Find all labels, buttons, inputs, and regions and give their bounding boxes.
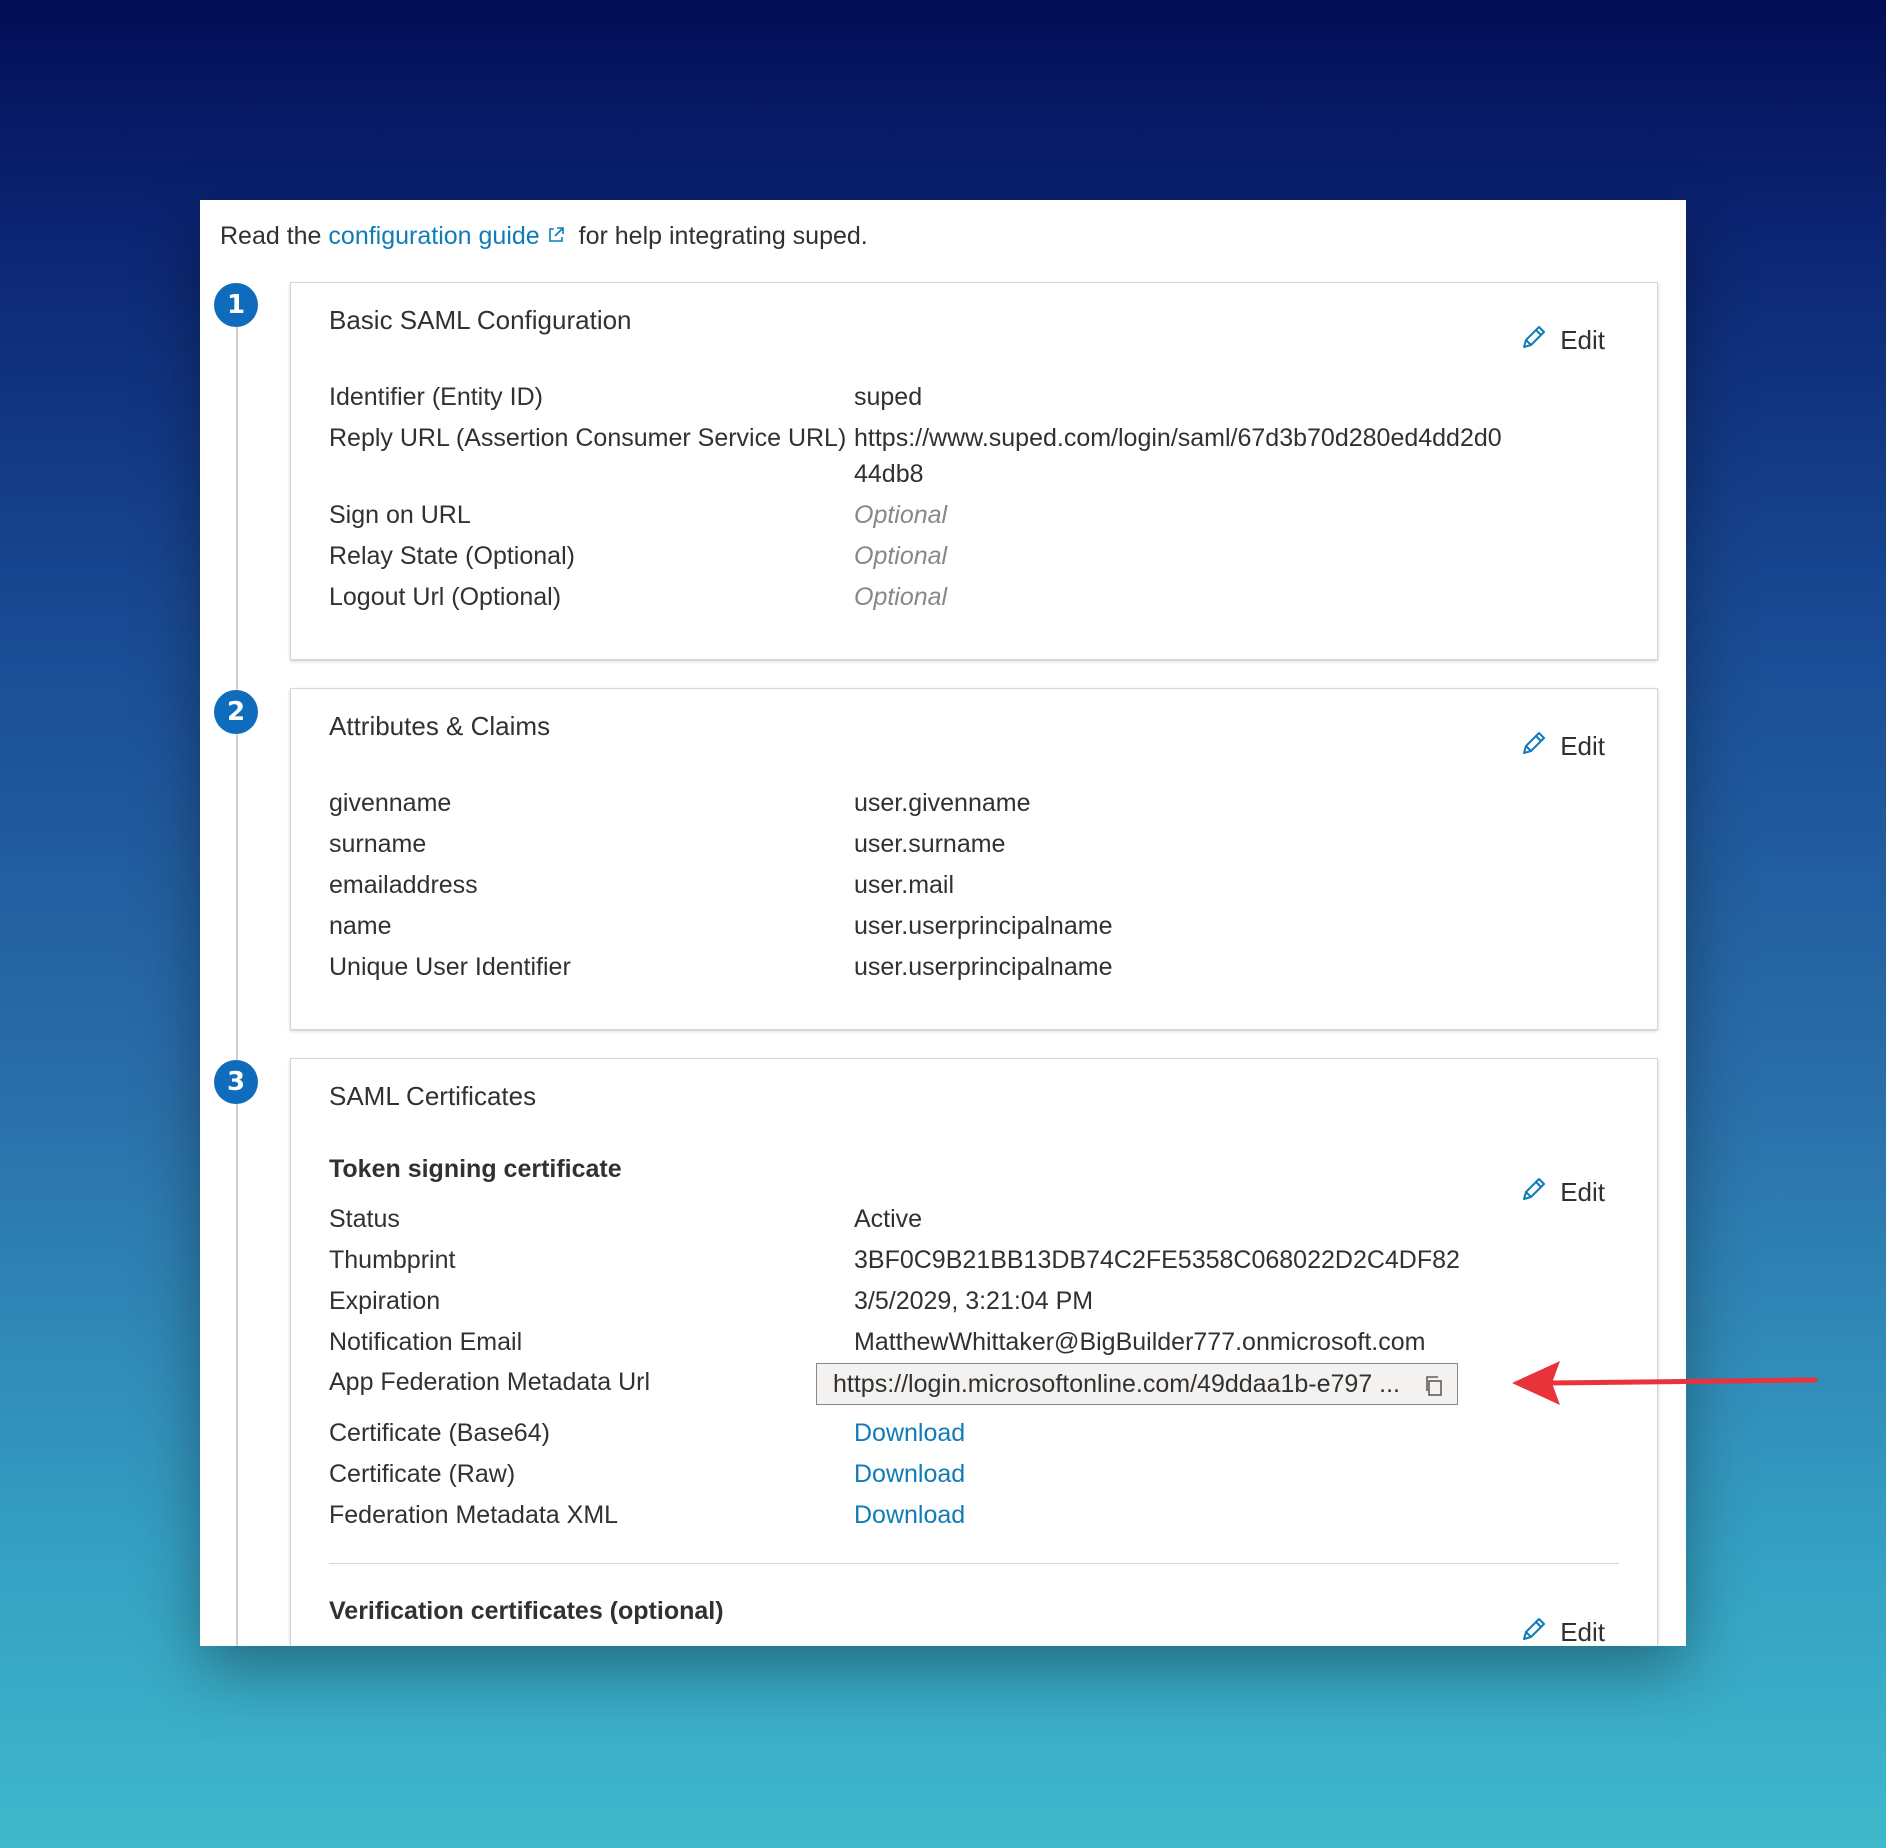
download-metadata-xml-link[interactable]: Download (854, 1497, 1504, 1533)
download-base64-link[interactable]: Download (854, 1415, 1504, 1451)
row-value: user.userprincipalname (854, 953, 1113, 981)
saml-certificates-card: SAML Certificates Token signing certific… (290, 1058, 1658, 1646)
intro-prefix: Read the (220, 222, 322, 250)
edit-label: Edit (1560, 731, 1605, 761)
attributes-edit-button[interactable]: Edit (1518, 727, 1605, 766)
red-arrow-annotation (1510, 1355, 1820, 1410)
row-label: Thumbprint (329, 1246, 456, 1274)
step-3-badge: 3 (214, 1060, 258, 1104)
row-label: Identifier (Entity ID) (329, 383, 543, 411)
row-value: user.givenname (854, 789, 1031, 817)
section-divider (329, 1563, 1619, 1564)
card-title: SAML Certificates (329, 1081, 537, 1111)
metadata-url-value: https://login.microsoftonline.com/49ddaa… (833, 1369, 1401, 1398)
row-label: givenname (329, 789, 452, 817)
row-value: Optional (854, 501, 948, 529)
step-2-badge: 2 (214, 690, 258, 734)
configuration-guide-link[interactable]: configuration guide (328, 222, 539, 250)
metadata-url-field[interactable]: https://login.microsoftonline.com/49ddaa… (816, 1363, 1458, 1405)
row-label: Notification Email (329, 1328, 523, 1356)
row-value: user.surname (854, 830, 1006, 858)
pencil-icon (1518, 1613, 1550, 1646)
certificates-edit-button[interactable]: Edit (1518, 1173, 1605, 1212)
pencil-icon (1518, 1173, 1550, 1212)
row-value: MatthewWhittaker@BigBuilder777.onmicroso… (854, 1328, 1426, 1356)
row-label: Federation Metadata XML (329, 1501, 619, 1529)
row-value: suped (854, 383, 923, 411)
row-value: 3/5/2029, 3:21:04 PM (854, 1287, 1094, 1315)
row-value: user.mail (854, 871, 955, 899)
row-value: Active (854, 1205, 923, 1233)
pencil-icon (1518, 321, 1550, 360)
token-signing-heading: Token signing certificate (329, 1155, 622, 1183)
row-label: Unique User Identifier (329, 953, 571, 981)
basic-saml-card: Basic SAML Configuration Edit Identifier… (290, 282, 1658, 660)
external-link-icon[interactable] (546, 221, 566, 253)
row-value: user.userprincipalname (854, 912, 1113, 940)
row-value: Optional (854, 583, 948, 611)
row-label: surname (329, 830, 427, 858)
intro-text: Read the configuration guide for help in… (220, 220, 868, 253)
row-label: name (329, 912, 392, 940)
saml-sso-panel: Read the configuration guide for help in… (200, 200, 1686, 1646)
metadata-url-label: App Federation Metadata Url (329, 1368, 651, 1396)
card-title: Attributes & Claims (329, 711, 551, 741)
copy-icon[interactable] (1423, 1374, 1445, 1404)
row-label: Reply URL (Assertion Consumer Service UR… (329, 424, 847, 452)
row-label: Logout Url (Optional) (329, 583, 562, 611)
download-raw-link[interactable]: Download (854, 1456, 1504, 1492)
verification-certificates-heading: Verification certificates (optional) (329, 1597, 724, 1625)
row-label: emailaddress (329, 871, 478, 899)
attributes-claims-card: Attributes & Claims Edit givenname user.… (290, 688, 1658, 1030)
edit-label: Edit (1560, 325, 1605, 355)
row-label: Sign on URL (329, 501, 471, 529)
edit-label: Edit (1560, 1177, 1605, 1207)
card-title: Basic SAML Configuration (329, 305, 632, 335)
row-value: https://www.suped.com/login/saml/67d3b70… (854, 424, 1502, 488)
pencil-icon (1518, 727, 1550, 766)
row-value: Optional (854, 542, 948, 570)
row-label: Status (329, 1205, 400, 1233)
edit-label: Edit (1560, 1617, 1605, 1646)
row-label: Relay State (Optional) (329, 542, 575, 570)
step-1-badge: 1 (214, 283, 258, 327)
basic-saml-edit-button[interactable]: Edit (1518, 321, 1605, 360)
steps-timeline (236, 310, 238, 1646)
row-label: Expiration (329, 1287, 441, 1315)
row-label: Certificate (Raw) (329, 1460, 516, 1488)
intro-suffix: for help integrating suped. (578, 222, 868, 250)
row-value: 3BF0C9B21BB13DB74C2FE5358C068022D2C4DF82 (854, 1246, 1460, 1274)
row-label: Certificate (Base64) (329, 1419, 550, 1447)
verification-edit-button[interactable]: Edit (1518, 1613, 1605, 1646)
